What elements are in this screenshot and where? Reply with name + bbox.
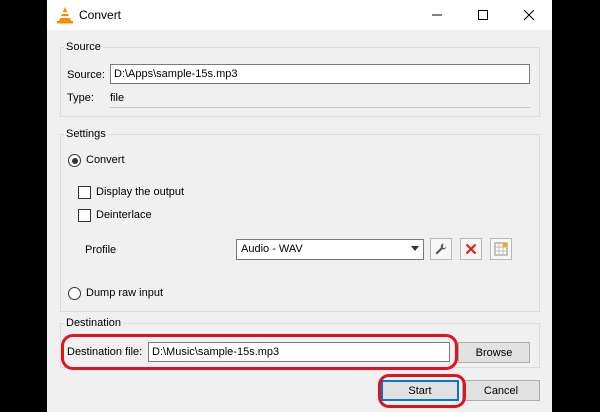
convert-label[interactable]: Convert — [86, 154, 125, 166]
edit-profile-button[interactable] — [430, 238, 452, 260]
profile-select[interactable]: Audio - WAV — [236, 239, 424, 260]
title-bar[interactable]: Convert — [47, 0, 552, 30]
convert-dialog: Convert Source Source: D:\Apps\sample-15… — [47, 0, 552, 412]
profile-select-value: Audio - WAV — [241, 243, 303, 255]
dump-raw-radio[interactable] — [68, 287, 81, 300]
cancel-button[interactable]: Cancel — [462, 380, 540, 401]
close-icon — [524, 10, 534, 20]
window-title: Convert — [79, 8, 122, 22]
settings-group-label: Settings — [64, 128, 108, 140]
chevron-down-icon — [411, 246, 419, 251]
convert-radio[interactable] — [68, 154, 81, 167]
destination-file-label: Destination file: — [67, 346, 143, 358]
delete-profile-button[interactable] — [460, 238, 482, 260]
deinterlace-label[interactable]: Deinterlace — [96, 209, 152, 221]
start-button[interactable]: Start — [381, 380, 459, 401]
vlc-cone-icon — [57, 7, 73, 24]
destination-file-input[interactable]: D:\Music\sample-15s.mp3 — [148, 342, 450, 362]
type-value: file — [110, 92, 125, 104]
display-output-checkbox[interactable] — [78, 186, 91, 199]
new-profile-button[interactable] — [490, 238, 512, 260]
source-divider — [110, 107, 530, 108]
delete-x-icon — [465, 243, 477, 255]
destination-group-label: Destination — [64, 317, 124, 329]
minimize-icon — [432, 14, 442, 16]
maximize-icon — [478, 10, 488, 20]
minimize-button[interactable] — [414, 0, 460, 30]
browse-button[interactable]: Browse — [458, 342, 530, 363]
source-label: Source: — [67, 69, 105, 81]
source-group-label: Source — [64, 41, 103, 53]
new-profile-grid-icon — [494, 242, 508, 256]
maximize-button[interactable] — [460, 0, 506, 30]
profile-label: Profile — [85, 244, 117, 256]
close-button[interactable] — [506, 0, 552, 30]
settings-group — [60, 134, 540, 312]
dump-raw-label[interactable]: Dump raw input — [86, 287, 163, 299]
display-output-label[interactable]: Display the output — [96, 186, 184, 198]
type-label: Type: — [67, 92, 94, 104]
source-input[interactable]: D:\Apps\sample-15s.mp3 — [110, 64, 530, 84]
wrench-icon — [435, 243, 447, 255]
deinterlace-checkbox[interactable] — [78, 209, 91, 222]
